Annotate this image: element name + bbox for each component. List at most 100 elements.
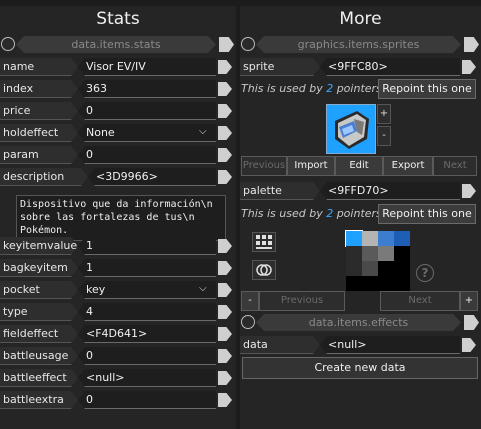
export-button[interactable]: Export (383, 156, 433, 176)
goto-arrow-icon[interactable] (218, 371, 232, 385)
battleeffect-pointer-field[interactable]: <null> (78, 369, 216, 387)
palette-swatch[interactable] (378, 276, 394, 291)
add-palette-button[interactable]: + (460, 291, 478, 311)
data-pointer-field[interactable]: <null> (320, 336, 460, 354)
pocket-select[interactable]: key (78, 281, 216, 299)
blend-view-button[interactable] (252, 260, 276, 280)
sprite-label: sprite (240, 58, 320, 76)
goto-arrow-icon[interactable] (218, 148, 232, 162)
chevron-down-icon[interactable]: ⌵ (199, 283, 207, 294)
repoint-sprite-button[interactable]: Repoint this one (378, 79, 476, 99)
effects-nav-circle[interactable] (241, 315, 255, 329)
goto-arrow-icon[interactable] (218, 261, 232, 275)
repoint-palette-button[interactable]: Repoint this one (378, 204, 476, 224)
battleextra-field[interactable]: 0 (78, 391, 216, 409)
goto-arrow-icon[interactable] (218, 60, 232, 74)
goto-arrow-icon[interactable] (218, 327, 232, 341)
usage-prefix: This is used by (241, 207, 323, 220)
palette-usage-text: This is used by 2 pointers. (241, 205, 385, 223)
field-label: price (0, 102, 78, 120)
field-type: type 4 (0, 303, 236, 321)
stats-panel: Stats data.items.stats name Visor EV/IV … (0, 6, 236, 429)
goto-arrow-icon[interactable] (218, 239, 232, 253)
name-field[interactable]: Visor EV/IV (78, 58, 216, 76)
palette-swatch[interactable] (394, 231, 410, 246)
field-label: pocket (0, 281, 78, 299)
field-label: bagkeyitem (0, 259, 78, 277)
palette-swatch[interactable] (394, 261, 410, 276)
goto-arrow-icon[interactable] (218, 283, 232, 297)
field-label: type (0, 303, 78, 321)
palette-swatch[interactable] (362, 276, 378, 291)
bagkeyitem-field[interactable]: 1 (78, 259, 216, 277)
palette-swatch[interactable] (346, 276, 362, 291)
battleusage-field[interactable]: 0 (78, 347, 216, 365)
palette-swatch[interactable] (378, 231, 394, 246)
chevron-down-icon[interactable]: ⌵ (199, 126, 207, 137)
palette-swatch[interactable] (394, 276, 410, 291)
palette-swatch[interactable] (362, 231, 378, 246)
previous-palette-button[interactable]: Previous (259, 291, 345, 311)
palette-swatch[interactable] (362, 261, 378, 276)
palette-swatches (345, 230, 410, 291)
sprites-nav-arrow-icon[interactable] (464, 37, 479, 52)
goto-arrow-icon[interactable] (218, 104, 232, 118)
palette-swatch[interactable] (378, 261, 394, 276)
param-field[interactable]: 0 (78, 146, 216, 164)
add-sprite-button[interactable]: + (377, 104, 391, 124)
create-new-data-button[interactable]: Create new data (242, 357, 478, 379)
goto-arrow-icon[interactable] (218, 126, 232, 140)
palette-swatch[interactable] (346, 261, 362, 276)
previous-sprite-button[interactable]: Previous (241, 156, 287, 176)
next-palette-button[interactable]: Next (380, 291, 460, 311)
data-row: data <null> (240, 336, 481, 354)
edit-button[interactable]: Edit (335, 156, 383, 176)
next-sprite-button[interactable]: Next (433, 156, 477, 176)
palette-swatch[interactable] (362, 246, 378, 261)
description-textbox[interactable]: Dispositivo que da información\n sobre l… (16, 195, 226, 241)
field-label: battleeffect (0, 369, 78, 387)
goto-arrow-icon[interactable] (218, 305, 232, 319)
field-battleextra: battleextra 0 (0, 391, 236, 409)
palette-pointer-field[interactable]: <9FFD70> (320, 182, 460, 200)
palette-swatch[interactable] (346, 246, 362, 261)
goto-arrow-icon[interactable] (218, 393, 232, 407)
stats-nav-label: data.items.stats (16, 36, 216, 53)
type-field[interactable]: 4 (78, 303, 216, 321)
import-button[interactable]: Import (287, 156, 335, 176)
stats-nav-arrow-icon[interactable] (219, 37, 234, 52)
index-field[interactable]: 363 (78, 80, 216, 98)
field-label: battleextra (0, 391, 78, 409)
goto-arrow-icon[interactable] (218, 82, 232, 96)
usage-count: 2 (326, 207, 334, 220)
overlap-circles-icon (256, 264, 272, 276)
price-field[interactable]: 0 (78, 102, 216, 120)
stats-nav: data.items.stats (0, 36, 236, 53)
field-param: param 0 (0, 146, 236, 164)
effects-nav-arrow-icon[interactable] (464, 315, 479, 330)
sprite-row: sprite <9FFC80> (240, 58, 481, 76)
remove-sprite-button[interactable]: - (377, 126, 391, 146)
goto-arrow-icon[interactable] (218, 170, 232, 184)
palette-swatch[interactable] (394, 246, 410, 261)
remove-palette-button[interactable]: - (241, 291, 259, 311)
goto-arrow-icon[interactable] (462, 60, 476, 74)
goto-arrow-icon[interactable] (462, 184, 476, 198)
goto-arrow-icon[interactable] (462, 338, 476, 352)
goto-arrow-icon[interactable] (218, 349, 232, 363)
field-label: holdeffect (0, 124, 78, 142)
help-icon[interactable]: ? (416, 264, 434, 282)
sprite-pointer-field[interactable]: <9FFC80> (320, 58, 460, 76)
sprites-nav-circle[interactable] (241, 37, 255, 51)
palette-swatch[interactable] (345, 230, 363, 247)
field-keyitemvalue: keyitemvalue 1 (0, 237, 236, 255)
stats-nav-circle[interactable] (1, 37, 15, 51)
fieldeffect-pointer-field[interactable]: <F4D641> (78, 325, 216, 343)
holdeffect-select[interactable]: None (78, 124, 216, 142)
palette-swatch[interactable] (378, 246, 394, 261)
sprites-nav-label: graphics.items.sprites (256, 36, 461, 53)
keyitemvalue-field[interactable]: 1 (78, 237, 216, 255)
field-label: index (0, 80, 78, 98)
description-pointer-field[interactable]: <3D9966> (88, 168, 216, 186)
grid-view-button[interactable] (252, 232, 276, 252)
